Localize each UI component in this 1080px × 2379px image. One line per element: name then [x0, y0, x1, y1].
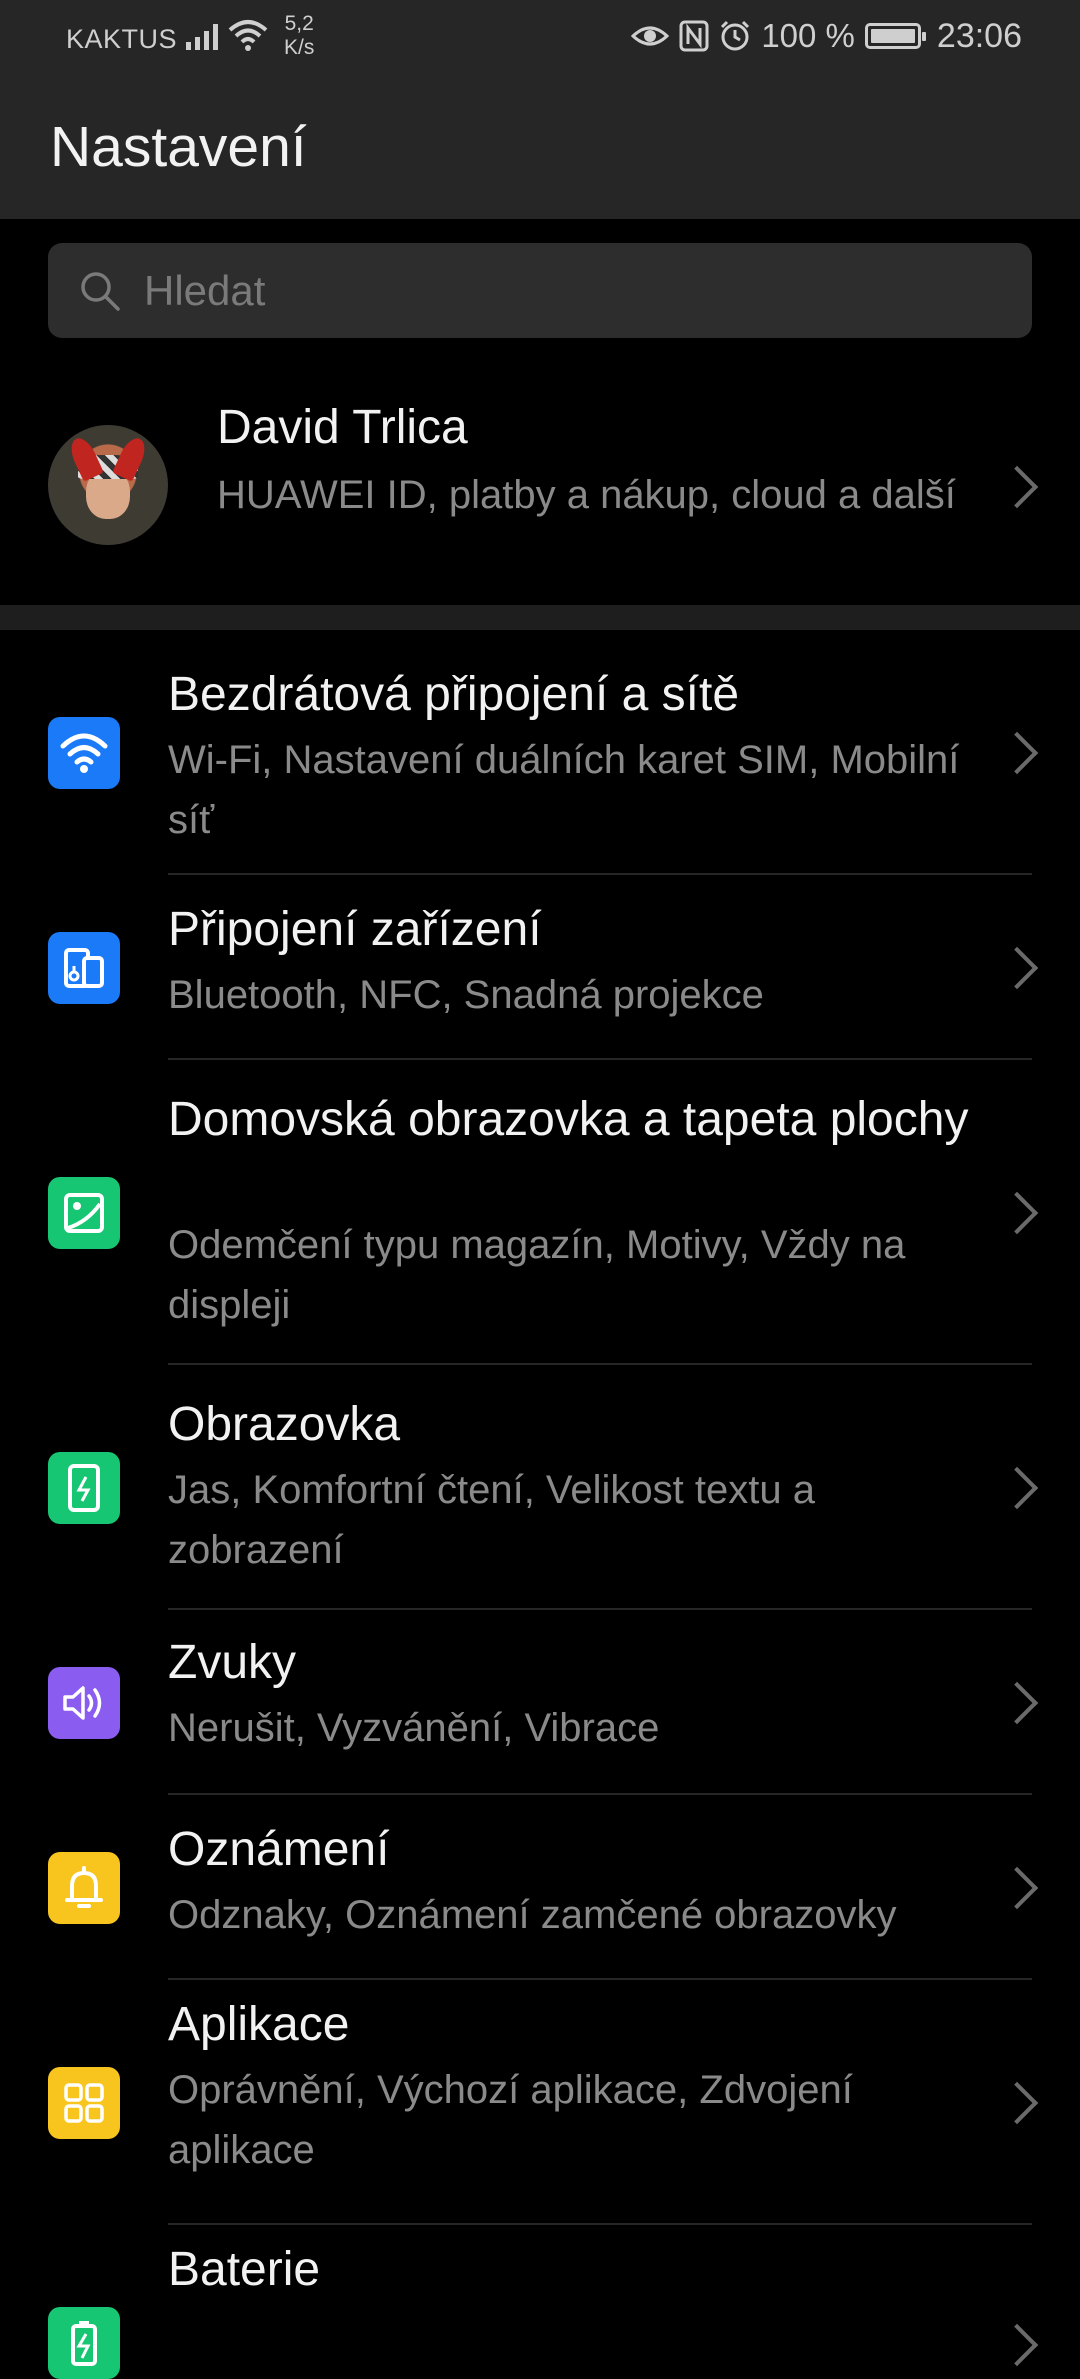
account-subtitle: HUAWEI ID, platby a nákup, cloud a další [217, 473, 956, 517]
item-title: Zvuky [168, 1636, 297, 1689]
speed-value: 5,2 [284, 12, 314, 35]
account-row[interactable]: David Trlica HUAWEI ID, platby a nákup, … [0, 375, 1080, 605]
bell-icon [48, 1852, 120, 1924]
alarm-icon [721, 20, 750, 51]
chevron-right-icon [995, 465, 1039, 509]
item-subtitle: Bluetooth, NFC, Snadná projekce [168, 973, 764, 1017]
search-input[interactable] [144, 266, 1004, 315]
search-bar[interactable] [48, 243, 1032, 338]
chevron-right-icon [995, 2323, 1039, 2367]
search-icon [81, 271, 120, 311]
item-subtitle: Wi-Fi, Nastavení duálních karet SIM, Mob… [168, 738, 960, 842]
settings-item-device-connection[interactable]: Připojení zařízení Bluetooth, NFC, Snadn… [0, 875, 1080, 1060]
battery-percent: 100 % [761, 17, 855, 54]
clock: 23:06 [936, 16, 1022, 55]
status-bar: KAKTUS 5,2 K/s 100 % 23:06 [0, 0, 1080, 74]
chevron-right-icon [995, 1681, 1039, 1725]
item-title: Baterie [168, 2243, 321, 2296]
wifi-status-icon [228, 20, 268, 51]
account-name: David Trlica [217, 401, 468, 454]
speed-unit: K/s [284, 36, 315, 59]
status-right: 100 % 23:06 [631, 16, 1022, 56]
chevron-right-icon [995, 1466, 1039, 1510]
avatar [48, 425, 168, 545]
item-title: Obrazovka [168, 1398, 401, 1451]
device-connection-icon [48, 932, 120, 1004]
item-subtitle: Nerušit, Vyzvánění, Vibrace [168, 1706, 660, 1750]
section-divider [0, 605, 1080, 630]
display-icon [48, 1452, 120, 1524]
page-title: Nastavení [50, 115, 307, 179]
settings-item-apps[interactable]: Aplikace Oprávnění, Výchozí aplikace, Zd… [0, 1980, 1080, 2225]
item-title: Domovská obrazovka a tapeta plochy [168, 1093, 969, 1146]
signal-icon [186, 22, 218, 50]
chevron-right-icon [995, 1866, 1039, 1910]
wifi-icon [48, 717, 120, 789]
item-subtitle: Jas, Komfortní čtení, Velikost textu a z… [168, 1468, 815, 1572]
settings-item-battery[interactable]: Baterie [0, 2225, 1080, 2379]
apps-grid-icon [48, 2067, 120, 2139]
carrier-label: KAKTUS [66, 24, 178, 54]
settings-item-display[interactable]: Obrazovka Jas, Komfortní čtení, Velikost… [0, 1365, 1080, 1610]
network-speed: 5,2 K/s [284, 12, 314, 60]
battery-icon [48, 2307, 120, 2379]
settings-item-notifications[interactable]: Oznámení Odznaky, Oznámení zamčené obraz… [0, 1795, 1080, 1980]
chevron-right-icon [995, 1191, 1039, 1235]
item-subtitle: Oprávnění, Výchozí aplikace, Zdvojení ap… [168, 2068, 853, 2172]
item-title: Aplikace [168, 1998, 350, 2051]
battery-status-icon [864, 23, 926, 49]
item-subtitle: Odznaky, Oznámení zamčené obrazovky [168, 1893, 897, 1937]
item-title: Oznámení [168, 1823, 390, 1876]
chevron-right-icon [995, 2081, 1039, 2125]
settings-item-home-screen[interactable]: Domovská obrazovka a tapeta plochy Odemč… [0, 1060, 1080, 1365]
wallpaper-icon [48, 1177, 120, 1249]
chevron-right-icon [995, 946, 1039, 990]
item-title: Připojení zařízení [168, 903, 542, 956]
nfc-icon [679, 20, 709, 52]
item-title: Bezdrátová připojení a sítě [168, 668, 740, 721]
app-header: Nastavení [0, 74, 1080, 219]
item-subtitle: Odemčení typu magazín, Motivy, Vždy na d… [168, 1223, 906, 1327]
chevron-right-icon [995, 731, 1039, 775]
settings-item-sounds[interactable]: Zvuky Nerušit, Vyzvánění, Vibrace [0, 1610, 1080, 1795]
settings-item-wireless[interactable]: Bezdrátová připojení a sítě Wi-Fi, Nasta… [0, 630, 1080, 875]
speaker-icon [48, 1667, 120, 1739]
eye-comfort-icon [631, 26, 670, 46]
